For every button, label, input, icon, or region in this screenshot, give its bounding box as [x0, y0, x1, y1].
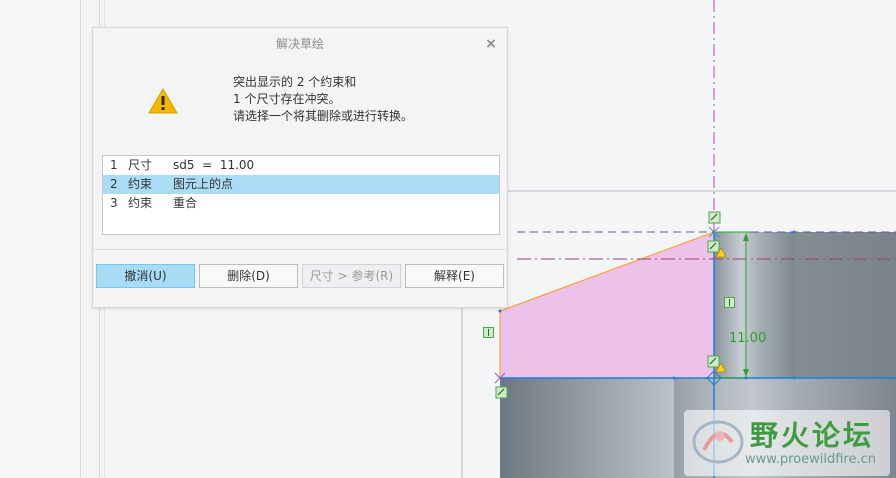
coincident-constraint-icon — [708, 211, 721, 224]
sketch-vertex — [744, 376, 748, 380]
conflict-detail: 图元上的点 — [173, 177, 234, 191]
conflict-message: 突出显示的 2 个约束和 1 个尺寸存在冲突。 请选择一个将其删除或进行转换。 — [233, 74, 493, 125]
conflict-detail: sd5 = 11.00 — [173, 158, 255, 172]
sketch-vertex — [792, 376, 796, 380]
coincident-constraint-icon — [495, 386, 508, 399]
watermark-url: www.proewildfire.cn — [745, 452, 876, 467]
watermark-logo — [692, 420, 744, 464]
sketch-region — [500, 232, 714, 378]
dialog-title: 解决草绘 — [275, 37, 324, 51]
sketch-vertex — [792, 230, 796, 234]
dialog-separator — [93, 249, 507, 250]
explain-button[interactable]: 解释(E) — [405, 264, 504, 288]
sketch-vertex — [498, 309, 502, 313]
conflict-list[interactable]: 1 尺寸 sd5 = 11.00 2 约束 图元上的点 3 约束 重合 — [102, 155, 500, 235]
undo-button[interactable]: 撤消(U) — [96, 264, 195, 288]
dimension-to-reference-button[interactable]: 尺寸 > 参考(R) — [302, 264, 401, 288]
delete-button[interactable]: 删除(D) — [199, 264, 298, 288]
sketch-vertex — [672, 376, 676, 380]
coincident-constraint-icon — [707, 240, 720, 253]
conflict-type: 尺寸 — [128, 158, 153, 172]
conflict-list-item[interactable]: 1 尺寸 sd5 = 11.00 — [103, 156, 499, 175]
conflict-index: 2 — [110, 177, 118, 191]
conflict-detail: 重合 — [173, 196, 198, 210]
conflict-index: 3 — [110, 196, 118, 210]
conflict-index: 1 — [110, 158, 118, 172]
conflict-type: 约束 — [128, 196, 153, 210]
conflict-list-item[interactable]: 2 约束 图元上的点 — [103, 175, 499, 194]
resolve-sketch-dialog: 解决草绘 × 突出显示的 2 个约束和 1 个尺寸存在冲突。 请选择一个将其删除… — [92, 27, 508, 308]
message-line: 突出显示的 2 个约束和 — [233, 75, 357, 89]
vertical-constraint-icon[interactable] — [724, 297, 735, 308]
message-line: 1 个尺寸存在冲突。 — [233, 92, 341, 106]
message-line: 请选择一个将其删除或进行转换。 — [233, 109, 414, 123]
dimension-value[interactable]: 11.00 — [729, 331, 766, 346]
vertical-constraint-icon[interactable] — [483, 327, 494, 338]
close-icon[interactable]: × — [483, 36, 499, 52]
warning-icon — [148, 88, 178, 114]
conflict-list-item[interactable]: 3 约束 重合 — [103, 194, 499, 213]
watermark-site-name: 野火论坛 — [750, 419, 875, 452]
conflict-type: 约束 — [128, 177, 153, 191]
coincident-constraint-icon — [707, 355, 720, 368]
